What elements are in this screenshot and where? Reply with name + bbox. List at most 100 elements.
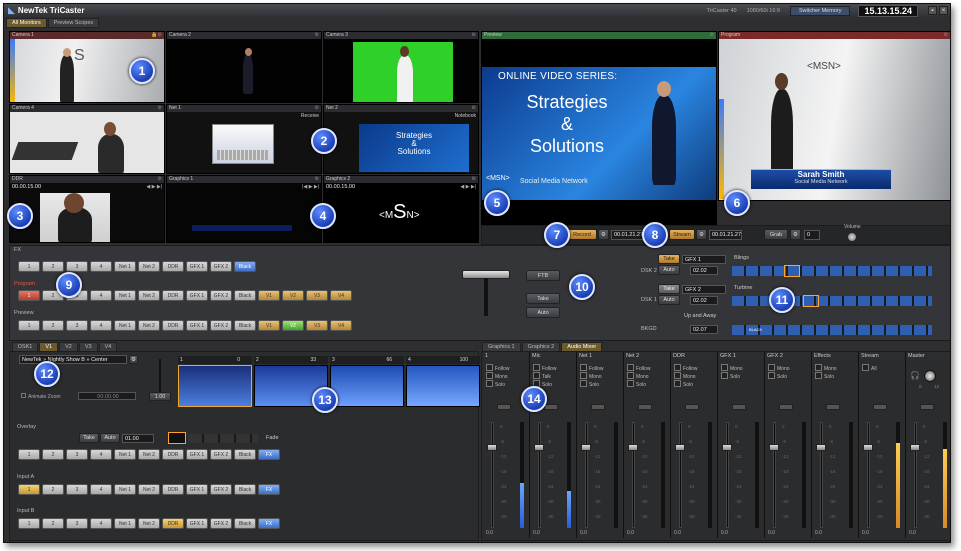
mixer-option[interactable]: Follow	[674, 364, 697, 372]
mixer-option[interactable]: Talk	[533, 372, 551, 380]
preset-thumb-1[interactable]	[178, 365, 252, 407]
source-button[interactable]: V4	[330, 290, 352, 301]
net2-source[interactable]: Notebook	[455, 113, 476, 119]
fader-knob[interactable]	[675, 444, 685, 451]
source-button[interactable]: DDR	[162, 261, 184, 272]
mixer-option[interactable]: Solo	[674, 380, 693, 388]
source-button[interactable]: Net 2	[138, 449, 160, 460]
stream-button[interactable]: Stream	[669, 229, 695, 240]
source-button[interactable]: V2	[282, 290, 304, 301]
dsk2-auto-button[interactable]: Auto	[658, 265, 680, 275]
master-volume-knob[interactable]	[924, 370, 936, 382]
source-button[interactable]: Net 1	[114, 449, 136, 460]
fader-knob[interactable]	[534, 444, 544, 451]
mixer-option[interactable]: Solo	[580, 380, 599, 388]
source-button[interactable]: 2	[42, 449, 64, 460]
mixer-option[interactable]: Follow	[580, 364, 603, 372]
settings-icon[interactable]: ⚙	[944, 32, 948, 39]
dsk2-rate[interactable]: 02.02	[690, 266, 718, 275]
source-button[interactable]: 2	[42, 320, 64, 331]
mixer-option[interactable]: All	[862, 364, 877, 372]
pan-control[interactable]	[826, 404, 840, 410]
monitor-camera-4[interactable]: Camera 4 ⚙	[9, 104, 165, 174]
virtual-set-path[interactable]: NewTek » Nightly Show B » Center	[19, 355, 127, 364]
source-button[interactable]: FX	[258, 518, 280, 529]
net1-source[interactable]: Receive	[301, 113, 319, 119]
zoom-time[interactable]: 00.00.00	[78, 392, 136, 400]
mixer-option[interactable]: Follow	[627, 364, 650, 372]
fader-knob[interactable]	[581, 444, 591, 451]
source-button[interactable]: GFX 2	[210, 261, 232, 272]
dsk2-transition-bin[interactable]	[732, 266, 932, 276]
mixer-option[interactable]: Mono	[627, 372, 649, 380]
dsk1-auto-button[interactable]: Auto	[658, 295, 680, 305]
settings-icon[interactable]: ⚙	[315, 32, 319, 39]
transport-controls[interactable]: ◀ ▶ ▶|	[146, 184, 162, 190]
tab-preview-scopes[interactable]: Preview Scopes	[47, 18, 100, 28]
record-button[interactable]: Record	[567, 229, 597, 240]
pan-control[interactable]	[685, 404, 699, 410]
source-button[interactable]: Net 1	[114, 484, 136, 495]
source-button[interactable]: DDR	[162, 518, 184, 529]
source-button[interactable]: 2	[42, 261, 64, 272]
source-button[interactable]: 1	[18, 320, 40, 331]
pan-control[interactable]	[732, 404, 746, 410]
source-button[interactable]: 1	[18, 518, 40, 529]
overlay-transition-bin[interactable]	[188, 434, 258, 443]
source-button[interactable]: GFX 2	[210, 290, 232, 301]
settings-icon[interactable]: ⚙	[158, 176, 162, 183]
source-button[interactable]: GFX 1	[186, 449, 208, 460]
dsk2-take-button[interactable]: Take	[658, 254, 680, 264]
source-button[interactable]: DDR	[162, 484, 184, 495]
overlay-rate[interactable]: 01.00	[122, 434, 154, 443]
settings-icon[interactable]: ⚙	[472, 105, 476, 112]
preset-thumb-3[interactable]	[330, 365, 404, 407]
overlay-transition-thumb[interactable]	[168, 432, 186, 444]
mixer-option[interactable]: Solo	[768, 372, 787, 380]
auto-button[interactable]: Auto	[526, 307, 560, 318]
mixer-option[interactable]: Mono	[815, 364, 837, 372]
monitor-preview[interactable]: Preview ⚙ ONLINE VIDEO SERIES: Strategies…	[481, 31, 717, 241]
source-button[interactable]: Black	[234, 484, 256, 495]
settings-icon[interactable]: ⚙	[158, 105, 162, 112]
fader-knob[interactable]	[863, 444, 873, 451]
settings-icon[interactable]: ⚙	[472, 32, 476, 39]
grab-settings-icon[interactable]: ⚙	[790, 229, 801, 240]
source-button[interactable]: GFX 2	[210, 449, 232, 460]
source-button[interactable]: Black	[234, 320, 256, 331]
source-button[interactable]: 1	[18, 449, 40, 460]
source-button[interactable]: V1	[258, 320, 280, 331]
volume-knob[interactable]	[847, 232, 857, 242]
pan-control[interactable]	[873, 404, 887, 410]
source-button[interactable]: 4	[90, 261, 112, 272]
monitor-net-1[interactable]: Net 1 ⚙ Receive	[166, 104, 322, 174]
mixer-option[interactable]: Solo	[721, 372, 740, 380]
source-button[interactable]: 2	[42, 518, 64, 529]
tab-all-monitors[interactable]: All Monitors	[6, 18, 47, 28]
monitor-camera-2[interactable]: Camera 2 ⚙	[166, 31, 322, 103]
settings-icon[interactable]: ⚙	[472, 176, 476, 183]
source-button[interactable]: 3	[66, 518, 88, 529]
source-button[interactable]: 1	[18, 290, 40, 301]
dsk2-selected-transition[interactable]	[784, 265, 800, 277]
fader-knob[interactable]	[487, 444, 497, 451]
dsk1-selected-transition[interactable]	[803, 295, 819, 307]
mixer-option[interactable]: Mono	[721, 364, 743, 372]
source-button[interactable]: Net 2	[138, 290, 160, 301]
source-button[interactable]: DDR	[162, 449, 184, 460]
source-button[interactable]: Net 1	[114, 261, 136, 272]
source-button[interactable]: V4	[330, 320, 352, 331]
mixer-option[interactable]: Solo	[627, 380, 646, 388]
zoom-value[interactable]: 1.00	[149, 392, 171, 401]
fader-knob[interactable]	[816, 444, 826, 451]
mixer-option[interactable]: Mono	[768, 364, 790, 372]
source-button[interactable]: 3	[66, 449, 88, 460]
preset-thumb-4[interactable]	[406, 365, 480, 407]
source-button[interactable]: GFX 2	[210, 320, 232, 331]
pan-control[interactable]	[638, 404, 652, 410]
source-button[interactable]: DDR	[162, 320, 184, 331]
source-button[interactable]: 3	[66, 484, 88, 495]
transport-controls[interactable]: |◀ ▶ ▶|	[302, 184, 319, 190]
overlay-take-button[interactable]: Take	[79, 433, 99, 443]
source-button[interactable]: 1	[18, 484, 40, 495]
